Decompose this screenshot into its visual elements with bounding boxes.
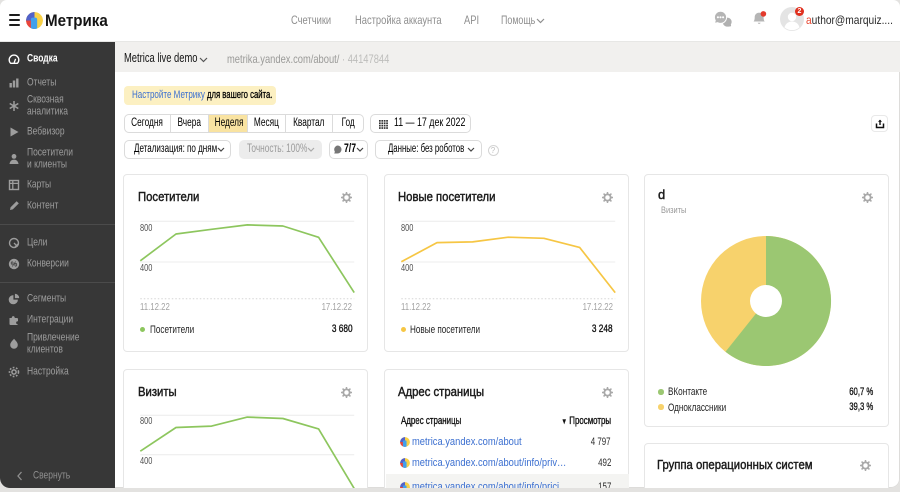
svg-text:%: % (11, 260, 18, 269)
